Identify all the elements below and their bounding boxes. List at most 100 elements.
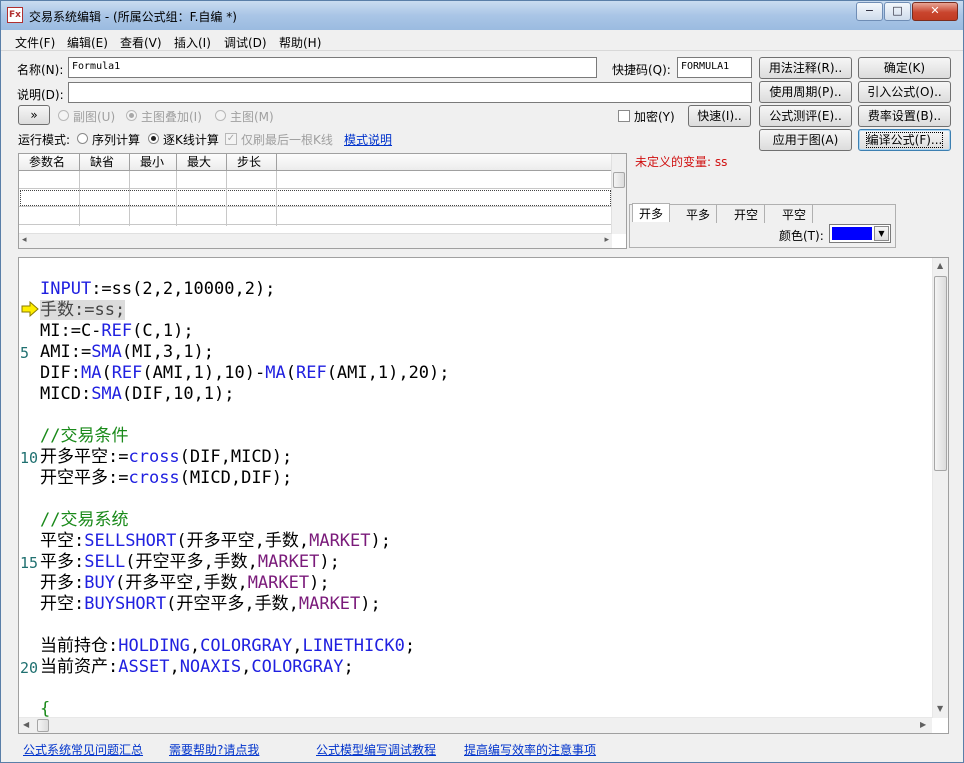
- import-formula-button[interactable]: 引入公式(O)..: [858, 81, 951, 103]
- table-row[interactable]: [19, 189, 612, 207]
- code-token: (DIF,10,1);: [121, 384, 235, 404]
- code-editor[interactable]: 5 10 15 20 INPUT:=ss(2,2,10000,2); 手数:=ss…: [18, 257, 949, 734]
- code-line[interactable]: [40, 678, 450, 699]
- close-button[interactable]: ✕: [912, 2, 958, 21]
- color-picker[interactable]: ▼: [829, 224, 891, 243]
- tab-close-long[interactable]: 平多: [680, 205, 718, 223]
- scroll-left-icon[interactable]: ◂: [22, 235, 27, 245]
- code-token: (AMI,1),10)-: [142, 363, 266, 383]
- code-line[interactable]: 手数:=ss;: [40, 300, 450, 321]
- scrollbar-thumb[interactable]: [613, 172, 625, 188]
- name-input[interactable]: Formula1: [68, 57, 597, 78]
- code-line[interactable]: 开多:BUY(开多平空,手数,MARKET);: [40, 573, 450, 594]
- scroll-right-icon[interactable]: ▶: [920, 720, 926, 729]
- table-row[interactable]: [19, 207, 612, 225]
- col-max[interactable]: 最大: [177, 154, 227, 171]
- line-number: 10: [20, 449, 39, 467]
- code-token: MA: [265, 363, 286, 383]
- code-line[interactable]: DIF:MA(REF(AMI,1),10)-MA(REF(AMI,1),20);: [40, 363, 450, 384]
- footer-links: 公式系统常见问题汇总 需要帮助?请点我 公式模型编写调试教程 提高编写效率的注意…: [1, 737, 963, 761]
- code-line[interactable]: MI:=C-REF(C,1);: [40, 321, 450, 342]
- period-button[interactable]: 使用周期(P)..: [759, 81, 852, 103]
- menu-edit[interactable]: 编辑(E): [67, 34, 108, 51]
- scroll-right-icon[interactable]: ▸: [604, 235, 609, 245]
- code-line[interactable]: 平多:SELL(开空平多,手数,MARKET);: [40, 552, 450, 573]
- radio-bar-by-bar-calc[interactable]: [148, 133, 159, 144]
- scrollbar-thumb[interactable]: [37, 719, 49, 732]
- code-line[interactable]: INPUT:=ss(2,2,10000,2);: [40, 279, 450, 300]
- shortcut-input[interactable]: FORMULA1: [677, 57, 752, 78]
- scrollbar-thumb[interactable]: [934, 276, 947, 471]
- radio-sub-chart[interactable]: [58, 110, 69, 121]
- col-param-name[interactable]: 参数名: [19, 154, 80, 171]
- code-line[interactable]: [40, 405, 450, 426]
- tutorial-link[interactable]: 公式模型编写调试教程: [316, 741, 436, 758]
- col-step[interactable]: 步长: [227, 154, 277, 171]
- code-line[interactable]: 开多平空:=cross(DIF,MICD);: [40, 447, 450, 468]
- column-divider: [176, 171, 177, 226]
- parameter-table-vertical-scrollbar[interactable]: [611, 154, 626, 234]
- mode-help-link[interactable]: 模式说明: [344, 131, 392, 148]
- editor-vertical-scrollbar[interactable]: ▲ ▼: [932, 258, 948, 718]
- code-line[interactable]: [40, 489, 450, 510]
- faq-link[interactable]: 公式系统常见问题汇总: [23, 741, 143, 758]
- formula-test-button[interactable]: 公式测评(E)..: [759, 105, 852, 127]
- code-token: LINETHICK0: [302, 636, 405, 656]
- confirm-button[interactable]: 确定(K): [858, 57, 951, 79]
- help-link[interactable]: 需要帮助?请点我: [169, 741, 259, 758]
- code-token: BUYSHORT: [84, 594, 167, 614]
- efficiency-tips-link[interactable]: 提高编写效率的注意事项: [464, 741, 596, 758]
- code-line[interactable]: 平空:SELLSHORT(开多平空,手数,MARKET);: [40, 531, 450, 552]
- menu-view[interactable]: 查看(V): [120, 34, 162, 51]
- menu-help[interactable]: 帮助(H): [279, 34, 321, 51]
- editor-horizontal-scrollbar[interactable]: ◀ ▶: [19, 717, 932, 733]
- formula-code[interactable]: INPUT:=ss(2,2,10000,2); 手数:=ss; MI:=C-REF(…: [40, 279, 450, 720]
- parameter-table-horizontal-scrollbar[interactable]: ◂ ▸: [19, 233, 612, 248]
- tab-close-short[interactable]: 平空: [776, 205, 814, 223]
- tab-open-long[interactable]: 开多: [632, 203, 671, 222]
- quick-button[interactable]: 快速(I)..: [688, 105, 751, 127]
- code-token: BUY: [84, 573, 115, 593]
- col-default[interactable]: 缺省: [80, 154, 130, 171]
- code-line[interactable]: 当前持仓:HOLDING,COLORGRAY,LINETHICK0;: [40, 636, 450, 657]
- encrypt-label: 加密(Y): [634, 110, 675, 124]
- tab-open-short[interactable]: 开空: [728, 205, 766, 223]
- maximize-button[interactable]: □: [884, 2, 911, 21]
- encrypt-checkbox[interactable]: [618, 110, 630, 122]
- code-line[interactable]: 开空:BUYSHORT(开空平多,手数,MARKET);: [40, 594, 450, 615]
- fee-settings-button[interactable]: 费率设置(B)..: [858, 105, 951, 127]
- compile-formula-button[interactable]: 编译公式(F)...: [858, 129, 951, 151]
- radio-series-calc[interactable]: [77, 133, 88, 144]
- expand-button[interactable]: »: [18, 105, 50, 125]
- menu-insert[interactable]: 插入(I): [174, 34, 211, 51]
- code-token: (MICD,DIF);: [179, 468, 293, 488]
- code-line[interactable]: //交易条件: [40, 426, 450, 447]
- code-line[interactable]: 开空平多:=cross(MICD,DIF);: [40, 468, 450, 489]
- description-label: 说明(D):: [17, 88, 64, 102]
- menu-debug[interactable]: 调试(D): [224, 34, 267, 51]
- table-row[interactable]: [19, 171, 612, 189]
- code-line[interactable]: [40, 615, 450, 636]
- description-input[interactable]: [68, 82, 752, 103]
- minimize-button[interactable]: −: [856, 2, 883, 21]
- code-line[interactable]: AMI:=SMA(MI,3,1);: [40, 342, 450, 363]
- last-bar-only-checkbox[interactable]: ✓: [225, 133, 237, 145]
- code-line[interactable]: MICD:SMA(DIF,10,1);: [40, 384, 450, 405]
- apply-to-chart-button[interactable]: 应用于图(A): [759, 129, 852, 151]
- radio-main-chart[interactable]: [215, 110, 226, 121]
- code-token: (开多平空,手数,: [176, 531, 310, 551]
- radio-main-overlay[interactable]: [126, 110, 137, 121]
- line-number: 5: [20, 344, 30, 362]
- col-min[interactable]: 最小: [130, 154, 177, 171]
- menu-file[interactable]: 文件(F): [15, 34, 55, 51]
- scroll-left-icon[interactable]: ◀: [23, 720, 29, 729]
- code-line[interactable]: 当前资产:ASSET,NOAXIS,COLORGRAY;: [40, 657, 450, 678]
- scroll-down-icon[interactable]: ▼: [937, 704, 943, 713]
- code-line[interactable]: //交易系统: [40, 510, 450, 531]
- usage-note-button[interactable]: 用法注释(R)..: [759, 57, 852, 79]
- code-token: REF: [295, 363, 327, 383]
- scroll-up-icon[interactable]: ▲: [937, 261, 943, 270]
- dropdown-arrow-icon[interactable]: ▼: [874, 226, 889, 241]
- code-token: (MI,3,1);: [121, 342, 215, 362]
- undefined-variables-text: 未定义的变量: ss: [635, 155, 728, 169]
